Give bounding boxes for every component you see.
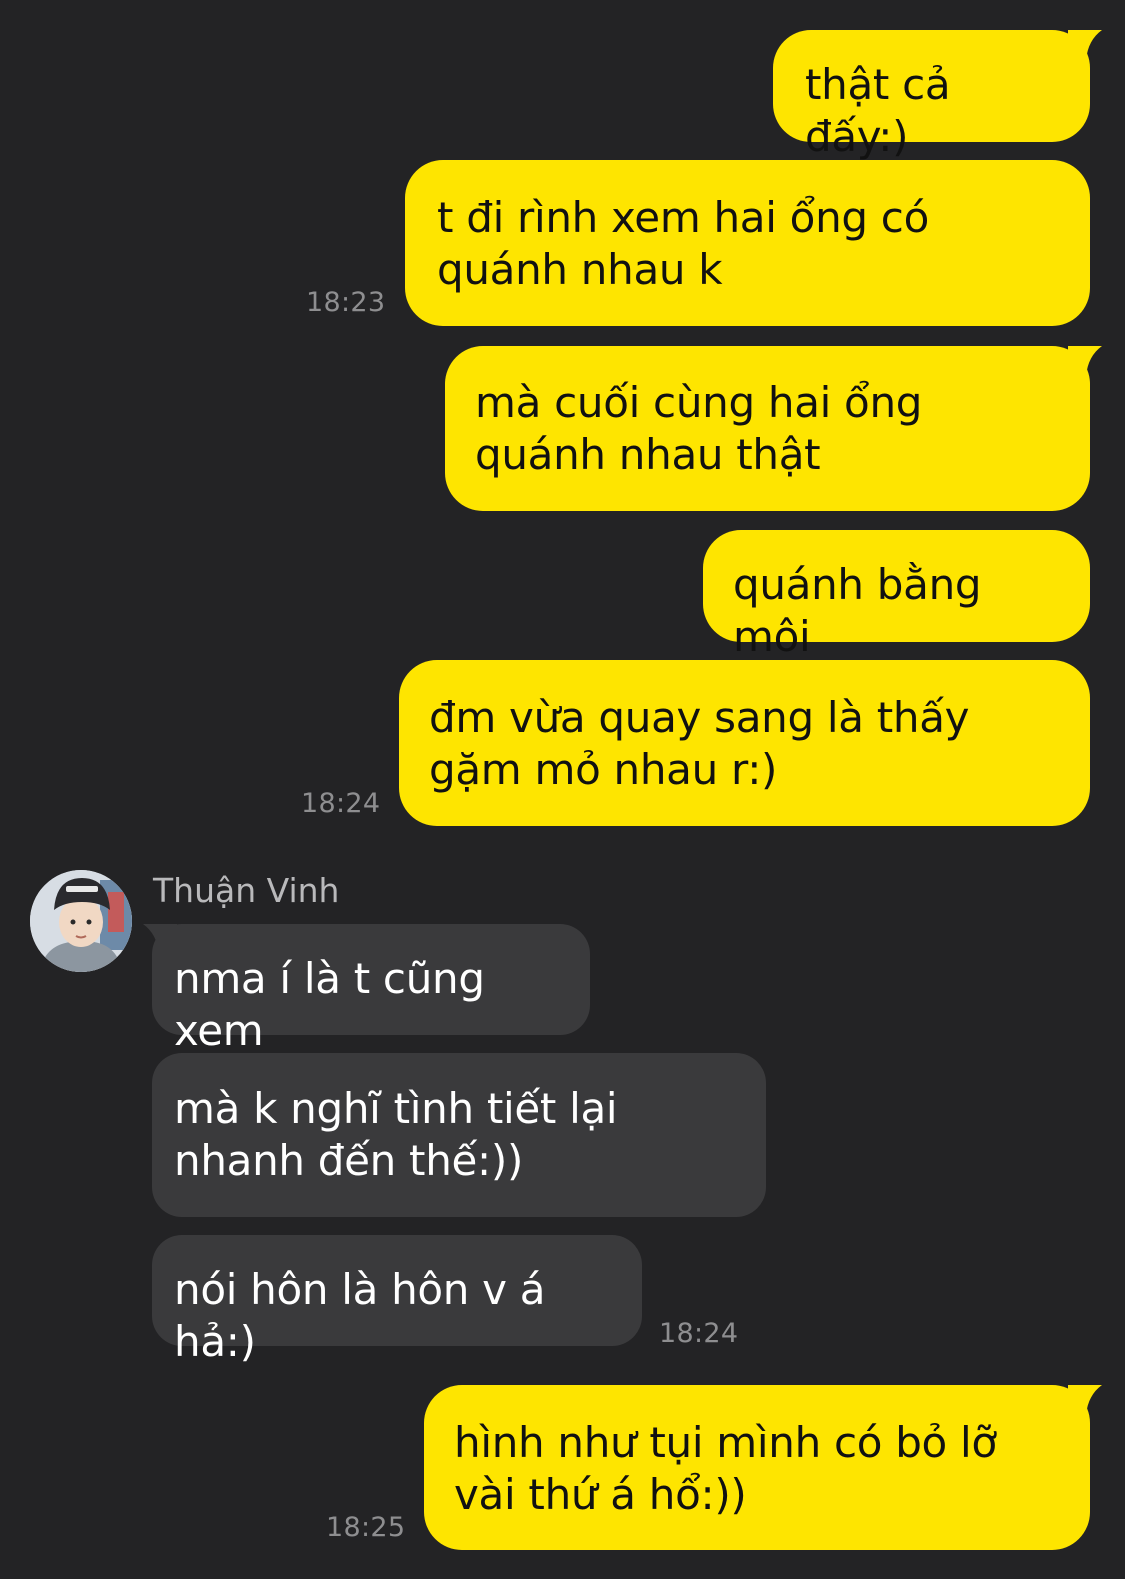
outgoing-message-bubble[interactable]: quánh bằng môi — [703, 530, 1090, 661]
message-text: hình như tụi mình có bỏ lỡ vài thứ á hổ:… — [454, 1418, 997, 1519]
message-timestamp: 18:25 — [326, 1512, 406, 1543]
outgoing-message-bubble[interactable]: hình như tụi mình có bỏ lỡ vài thứ á hổ:… — [424, 1385, 1090, 1550]
outgoing-message-bubble[interactable]: mà cuối cùng hai ổng quánh nhau thật — [445, 346, 1090, 511]
message-text: nói hôn là hôn v á hả:) — [174, 1265, 546, 1366]
message-timestamp: 18:23 — [306, 287, 386, 318]
outgoing-message-bubble[interactable]: thật cả đấy:) — [773, 30, 1090, 161]
bubble-tail — [143, 924, 177, 954]
bubble-tail — [1068, 1385, 1102, 1415]
message-text: thật cả đấy:) — [805, 60, 951, 161]
bubble-tail — [1068, 30, 1102, 60]
message-timestamp: 18:24 — [659, 1318, 739, 1349]
message-timestamp: 18:24 — [301, 788, 381, 819]
incoming-message-bubble[interactable]: mà k nghĩ tình tiết lại nhanh đến thế:)) — [152, 1053, 766, 1217]
sender-name: Thuận Vinh — [153, 871, 340, 910]
sender-avatar[interactable] — [30, 870, 132, 972]
bubble-tail — [1068, 346, 1102, 376]
message-text: nma í là t cũng xem — [174, 954, 485, 1055]
incoming-message-bubble[interactable]: nói hôn là hôn v á hả:) — [152, 1235, 642, 1366]
avatar-photo-icon — [30, 870, 132, 972]
message-text: mà cuối cùng hai ổng quánh nhau thật — [475, 378, 923, 479]
message-text: quánh bằng môi — [733, 560, 982, 661]
message-text: đm vừa quay sang là thấy gặm mỏ nhau r:) — [429, 693, 970, 794]
outgoing-message-bubble[interactable]: đm vừa quay sang là thấy gặm mỏ nhau r:) — [399, 660, 1090, 826]
outgoing-message-bubble[interactable]: t đi rình xem hai ổng có quánh nhau k — [405, 160, 1090, 326]
message-text: mà k nghĩ tình tiết lại nhanh đến thế:)) — [174, 1084, 618, 1185]
message-text: t đi rình xem hai ổng có quánh nhau k — [437, 193, 929, 294]
incoming-message-bubble[interactable]: nma í là t cũng xem — [152, 924, 590, 1055]
